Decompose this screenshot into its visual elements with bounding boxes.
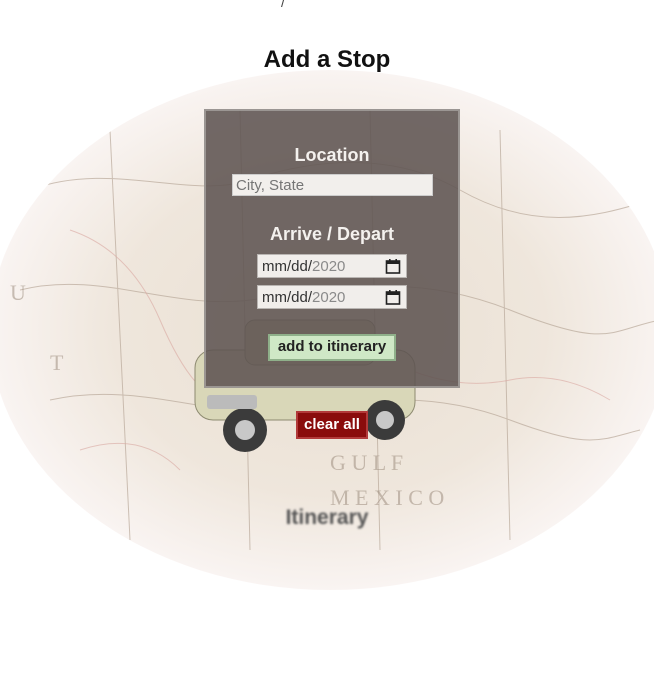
- depart-date-input[interactable]: mm/dd/2020: [257, 285, 407, 309]
- add-to-itinerary-button[interactable]: add to itinerary: [268, 334, 396, 361]
- arrive-date-year: 2020: [312, 258, 346, 275]
- depart-date-format: mm/dd/: [262, 289, 313, 306]
- arrive-date-format: mm/dd/: [262, 258, 313, 275]
- svg-text:U: U: [10, 280, 26, 305]
- top-cutoff-text: /: [281, 0, 285, 10]
- add-stop-form: Location Arrive / Depart mm/dd/2020 mm/d…: [204, 109, 460, 388]
- arrive-depart-label: Arrive / Depart: [269, 224, 395, 244]
- depart-date-year: 2020: [312, 289, 346, 306]
- location-label: Location: [294, 145, 370, 165]
- svg-text:T: T: [50, 350, 64, 375]
- page-title: Add a Stop: [263, 46, 391, 73]
- location-input[interactable]: [232, 174, 433, 196]
- arrive-date-input[interactable]: mm/dd/2020: [257, 254, 407, 278]
- calendar-icon[interactable]: [385, 258, 401, 274]
- clear-all-button[interactable]: clear all: [296, 411, 368, 439]
- itinerary-heading: Itinerary: [285, 506, 369, 529]
- calendar-icon[interactable]: [385, 289, 401, 305]
